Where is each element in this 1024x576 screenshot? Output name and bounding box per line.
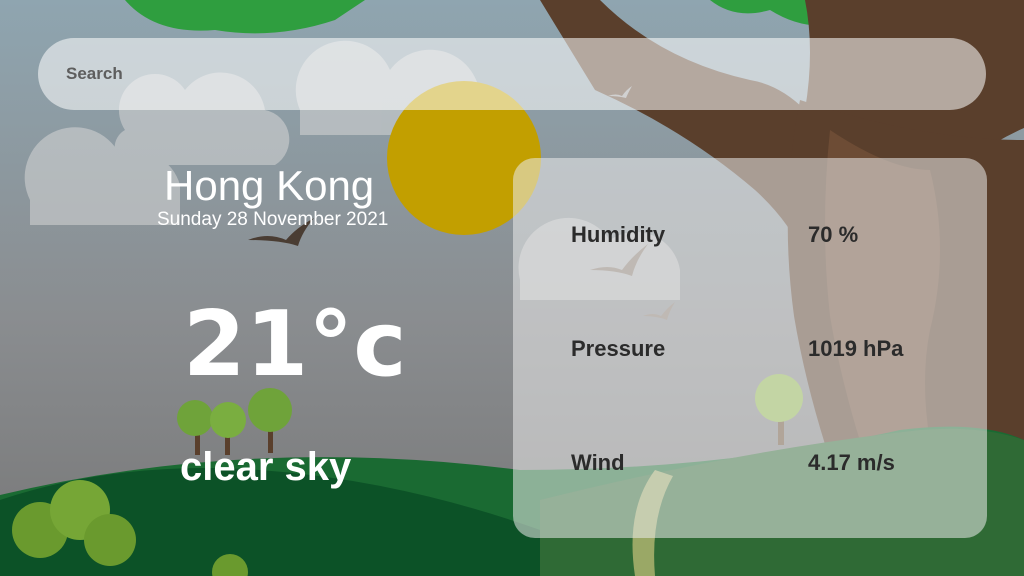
tree-crown	[210, 402, 246, 438]
wind-label: Wind	[571, 450, 625, 475]
tree-crown	[177, 400, 213, 436]
weather-details-card: Humidity 70 % Pressure 1019 hPa Wind 4.1…	[513, 158, 987, 538]
humidity-label: Humidity	[571, 222, 666, 247]
search-input[interactable]	[64, 63, 948, 85]
weather-description: clear sky	[180, 445, 352, 489]
humidity-value: 70 %	[808, 222, 859, 247]
bush	[84, 514, 136, 566]
wind-value: 4.17 m/s	[808, 450, 895, 475]
pressure-value: 1019 hPa	[808, 336, 904, 361]
city-name: Hong Kong	[164, 162, 375, 209]
temperature: 21°c	[183, 292, 407, 397]
search-bar[interactable]	[38, 38, 986, 110]
current-date: Sunday 28 November 2021	[157, 209, 389, 230]
pressure-label: Pressure	[571, 336, 666, 361]
